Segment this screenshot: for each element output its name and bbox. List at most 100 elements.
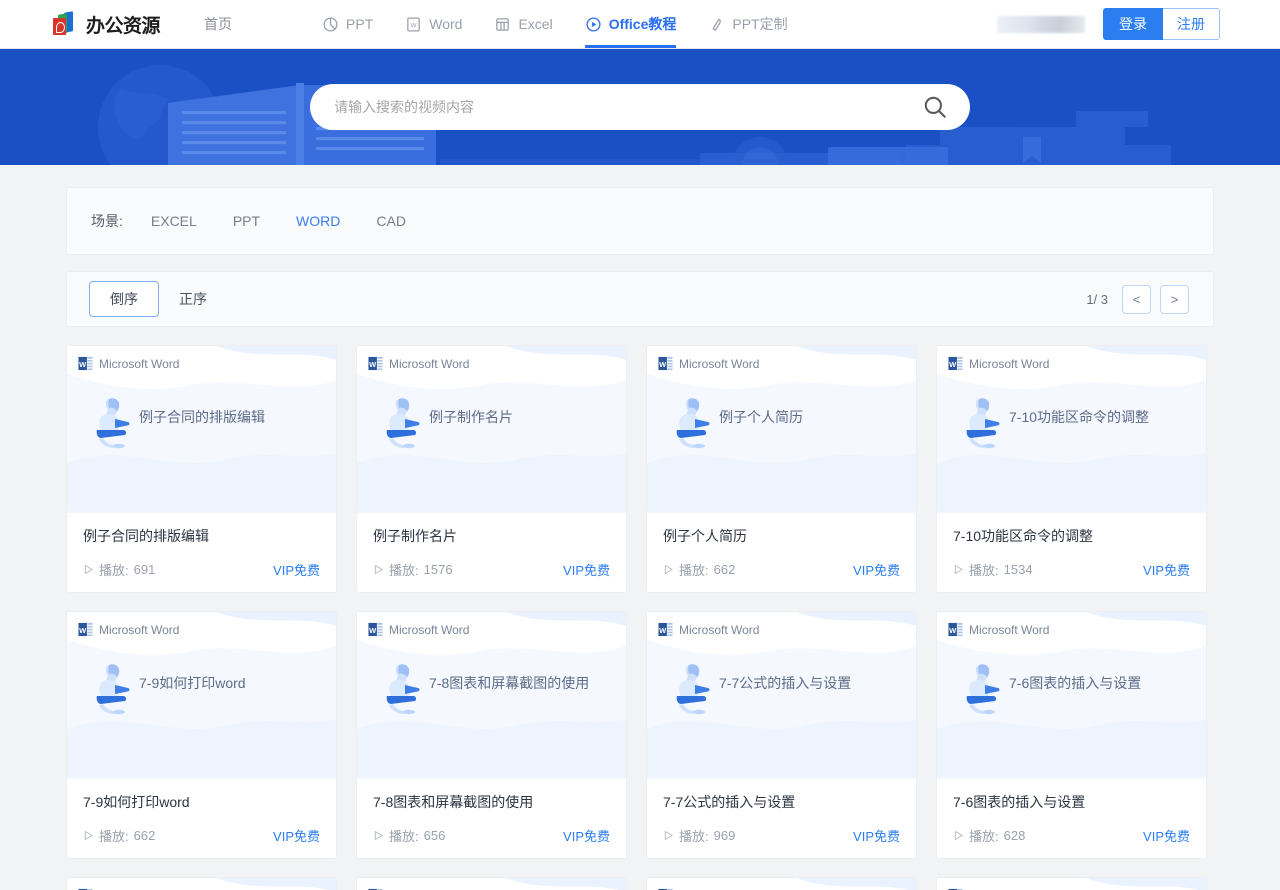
login-button[interactable]: 登录 — [1103, 8, 1163, 40]
nav-item-office-tutorial[interactable]: Office教程 — [585, 0, 677, 48]
card-plays-label: 播放: — [679, 826, 709, 845]
card-meta: 例子合同的排版编辑 播放:691VIP免费 — [67, 513, 336, 592]
video-card[interactable]: W Microsoft Word 7-6图表的插入与设置7-6图表的插入与设置 … — [936, 611, 1207, 859]
card-stats: 播放:656VIP免费 — [373, 826, 610, 845]
card-vip-badge[interactable]: VIP免费 — [853, 560, 900, 579]
card-app-badge: W Microsoft Word — [658, 622, 759, 637]
scene-option-cad[interactable]: CAD — [376, 213, 406, 229]
card-thumbnail[interactable]: W Microsoft Word 7-6图表的插入与设置 — [937, 612, 1206, 779]
auth-buttons: 登录 注册 — [1103, 8, 1220, 40]
nav-label: PPT定制 — [732, 14, 787, 34]
play-triangle-icon — [373, 830, 384, 841]
card-vip-badge[interactable]: VIP免费 — [1143, 560, 1190, 579]
video-card[interactable]: W Microsoft Word 例子制作名片例子制作名片 播放:1576VIP… — [356, 345, 627, 593]
card-vip-badge[interactable]: VIP免费 — [563, 560, 610, 579]
search-icon[interactable] — [922, 94, 948, 120]
card-thumbnail[interactable]: W Microsoft Word 7-8图表和屏幕截图的使用 — [357, 612, 626, 779]
play-triangle-icon — [83, 830, 94, 841]
person-illustration-icon — [961, 395, 1003, 449]
video-card[interactable]: W Microsoft Word — [646, 877, 917, 890]
card-thumb-body: 7-9如何打印word — [91, 659, 320, 715]
card-app-label: Microsoft Word — [389, 623, 469, 637]
video-card[interactable]: W Microsoft Word 7-8图表和屏幕截图的使用7-8图表和屏幕截图… — [356, 611, 627, 859]
card-vip-badge[interactable]: VIP免费 — [853, 826, 900, 845]
video-card[interactable]: W Microsoft Word — [936, 877, 1207, 890]
card-thumbnail[interactable]: W Microsoft Word 7-7公式的插入与设置 — [647, 612, 916, 779]
video-card[interactable]: W Microsoft Word 7-7公式的插入与设置7-7公式的插入与设置 … — [646, 611, 917, 859]
card-app-label: Microsoft Word — [679, 357, 759, 371]
svg-text:W: W — [411, 22, 417, 29]
card-plays: 播放:1534 — [953, 560, 1033, 579]
card-thumbnail[interactable]: W Microsoft Word 例子个人简历 — [647, 346, 916, 513]
search-input[interactable] — [334, 99, 922, 115]
video-card[interactable]: W Microsoft Word 7-10功能区命令的调整7-10功能区命令的调… — [936, 345, 1207, 593]
sort-asc-button[interactable]: 正序 — [159, 282, 227, 316]
play-triangle-icon — [663, 830, 674, 841]
word-doc-icon: W — [405, 16, 422, 33]
card-app-label: Microsoft Word — [99, 357, 179, 371]
card-thumbnail[interactable]: W Microsoft Word — [67, 878, 336, 890]
card-thumbnail[interactable]: W Microsoft Word — [937, 878, 1206, 890]
video-card-grid: W Microsoft Word 例子合同的排版编辑例子合同的排版编辑 播放:6… — [66, 345, 1214, 890]
card-thumbnail[interactable]: W Microsoft Word 7-10功能区命令的调整 — [937, 346, 1206, 513]
card-title: 例子制作名片 — [373, 527, 610, 545]
card-thumbnail[interactable]: W Microsoft Word 例子制作名片 — [357, 346, 626, 513]
sort-desc-button[interactable]: 倒序 — [89, 281, 159, 317]
logo-books-icon — [52, 11, 82, 37]
card-plays-count: 656 — [424, 828, 446, 843]
card-vip-badge[interactable]: VIP免费 — [1143, 826, 1190, 845]
scene-option-ppt[interactable]: PPT — [233, 213, 260, 229]
word-app-icon: W — [368, 622, 383, 637]
play-circle-icon — [585, 16, 602, 33]
nav-item-excel[interactable]: Excel — [494, 0, 552, 48]
card-thumbnail[interactable]: W Microsoft Word — [647, 878, 916, 890]
video-card[interactable]: W Microsoft Word 例子合同的排版编辑例子合同的排版编辑 播放:6… — [66, 345, 337, 593]
svg-text:W: W — [79, 626, 87, 635]
card-stats: 播放:628VIP免费 — [953, 826, 1190, 845]
card-plays-label: 播放: — [679, 560, 709, 579]
card-app-label: Microsoft Word — [389, 357, 469, 371]
video-card[interactable]: W Microsoft Word — [66, 877, 337, 890]
card-plays: 播放:691 — [83, 560, 155, 579]
card-app-badge: W Microsoft Word — [78, 622, 179, 637]
person-illustration-icon — [91, 395, 133, 449]
card-plays: 播放:662 — [83, 826, 155, 845]
register-button[interactable]: 注册 — [1163, 8, 1220, 40]
nav-item-ppt[interactable]: PPT — [322, 0, 373, 48]
logo[interactable]: 办公资源 — [52, 0, 160, 48]
page-indicator: 1/ 3 — [1086, 292, 1108, 307]
card-vip-badge[interactable]: VIP免费 — [563, 826, 610, 845]
person-illustration-icon — [91, 661, 133, 715]
card-app-label: Microsoft Word — [679, 623, 759, 637]
nav-home[interactable]: 首页 — [204, 14, 232, 34]
card-meta: 7-10功能区命令的调整 播放:1534VIP免费 — [937, 513, 1206, 592]
card-app-label: Microsoft Word — [99, 623, 179, 637]
video-card[interactable]: W Microsoft Word 例子个人简历例子个人简历 播放:662VIP免… — [646, 345, 917, 593]
card-meta: 7-6图表的插入与设置 播放:628VIP免费 — [937, 779, 1206, 858]
card-plays-count: 691 — [134, 562, 156, 577]
card-thumbnail[interactable]: W Microsoft Word 例子合同的排版编辑 — [67, 346, 336, 513]
card-thumbnail[interactable]: W Microsoft Word — [357, 878, 626, 890]
scene-option-word[interactable]: WORD — [296, 213, 340, 229]
scene-filter-bar: 场景: EXCEL PPT WORD CAD — [66, 187, 1214, 255]
scene-option-excel[interactable]: EXCEL — [151, 213, 197, 229]
svg-text:W: W — [949, 626, 957, 635]
card-title: 7-7公式的插入与设置 — [663, 793, 900, 811]
video-card[interactable]: W Microsoft Word — [356, 877, 627, 890]
prev-page-button[interactable]: < — [1122, 285, 1151, 314]
excel-grid-icon — [494, 16, 511, 33]
card-plays-label: 播放: — [969, 560, 999, 579]
nav-item-ppt-custom[interactable]: PPT定制 — [708, 0, 787, 48]
card-vip-badge[interactable]: VIP免费 — [273, 560, 320, 579]
card-plays-label: 播放: — [389, 560, 419, 579]
card-vip-badge[interactable]: VIP免费 — [273, 826, 320, 845]
search-box[interactable] — [310, 84, 970, 130]
card-thumb-body: 7-10功能区命令的调整 — [961, 393, 1190, 449]
card-thumb-title: 例子制作名片 — [429, 393, 513, 430]
logo-text: 办公资源 — [86, 11, 160, 38]
video-card[interactable]: W Microsoft Word 7-9如何打印word7-9如何打印word … — [66, 611, 337, 859]
nav-item-word[interactable]: W Word — [405, 0, 462, 48]
card-thumbnail[interactable]: W Microsoft Word 7-9如何打印word — [67, 612, 336, 779]
next-page-button[interactable]: > — [1160, 285, 1189, 314]
card-thumb-body: 例子合同的排版编辑 — [91, 393, 320, 449]
